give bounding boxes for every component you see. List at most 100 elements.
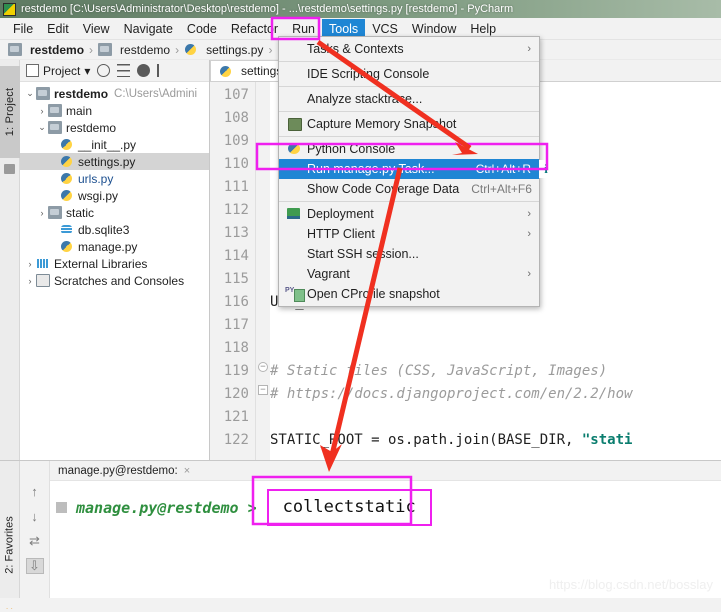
tree-item-label: main — [66, 103, 93, 118]
menu-view[interactable]: View — [76, 19, 117, 39]
blank-icon — [285, 162, 303, 176]
python-file-icon — [60, 240, 74, 253]
sidebar-tab-favorites[interactable]: 2: Favorites — [0, 493, 20, 597]
menu-item-capture-memory-snapshot[interactable]: Capture Memory Snapshot — [279, 114, 539, 134]
project-toolwindow: Project ▾ ⌄ restdemo C:\Users\Admini › m… — [20, 60, 210, 460]
menu-separator — [279, 201, 539, 202]
soft-wrap-button[interactable]: ⇄ — [26, 533, 44, 549]
stop-button[interactable] — [56, 502, 67, 513]
chevron-right-icon[interactable]: › — [36, 106, 48, 116]
chevron-down-icon: ▾ — [84, 63, 91, 78]
menu-file[interactable]: File — [6, 19, 40, 39]
menu-item-tasks-and-contexts[interactable]: Tasks & Contexts › — [279, 39, 539, 59]
close-icon[interactable]: × — [184, 465, 190, 477]
tree-item-settings-py[interactable]: settings.py — [20, 153, 209, 170]
tools-dropdown-menu[interactable]: Tasks & Contexts › IDE Scripting Console… — [278, 36, 553, 307]
run-tab-label[interactable]: manage.py@restdemo: — [58, 465, 178, 477]
menu-item-vagrant[interactable]: Vagrant › — [279, 264, 539, 284]
tree-item-label: External Libraries — [54, 256, 148, 271]
menu-item-show-code-coverage-data[interactable]: Show Code Coverage Data Ctrl+Alt+F6 — [279, 179, 539, 199]
menu-item-ide-scripting-console[interactable]: IDE Scripting Console — [279, 64, 539, 84]
menu-item-run-manage-py-task[interactable]: Run manage.py Task... Ctrl+Alt+R i — [279, 159, 553, 179]
blank-icon — [285, 67, 303, 81]
camera-icon — [285, 117, 303, 131]
chevron-down-icon[interactable]: ⌄ — [24, 88, 36, 99]
breadcrumb-separator: › — [175, 42, 180, 57]
tree-item-static[interactable]: › static — [20, 204, 209, 221]
line-number: 113 — [223, 225, 249, 241]
pycharm-icon — [3, 2, 16, 16]
tree-item-manage-py[interactable]: manage.py — [20, 238, 209, 255]
tree-item-db-sqlite3[interactable]: db.sqlite3 — [20, 221, 209, 238]
chevron-right-icon[interactable]: › — [24, 276, 36, 286]
line-number: 110 — [223, 156, 249, 172]
menu-code[interactable]: Code — [180, 19, 224, 39]
menu-item-analyze-stacktrace[interactable]: Analyze stacktrace... — [279, 89, 539, 109]
folder-icon — [48, 206, 62, 219]
menu-item-http-client[interactable]: HTTP Client › — [279, 224, 539, 244]
menu-shortcut: Ctrl+Alt+F6 — [471, 182, 532, 196]
library-icon — [36, 257, 50, 270]
menu-item-open-cprofile-snapshot[interactable]: PY Open CProfile snapshot — [279, 284, 539, 304]
line-number: 122 — [223, 432, 249, 448]
fold-marker-icon[interactable]: − — [258, 385, 268, 395]
sidebar-tab-project[interactable]: 1: Project — [0, 66, 20, 158]
menu-separator — [279, 86, 539, 87]
tree-item-label: settings.py — [78, 154, 136, 169]
tree-item-main[interactable]: › main — [20, 102, 209, 119]
tree-item-label: restdemo — [66, 120, 117, 135]
tree-item-init-py[interactable]: __init__.py — [20, 136, 209, 153]
chevron-right-icon[interactable]: › — [24, 259, 36, 269]
project-view-icon — [26, 64, 39, 77]
project-view-selector[interactable]: Project ▾ — [26, 64, 90, 78]
console-command-input[interactable]: collectstatic — [266, 489, 432, 526]
collapse-all-icon[interactable] — [117, 64, 131, 77]
menu-navigate[interactable]: Navigate — [117, 19, 180, 39]
chevron-down-icon[interactable]: ⌄ — [36, 122, 48, 133]
tree-item-label: __init__.py — [78, 137, 137, 152]
tree-item-urls-py[interactable]: urls.py — [20, 170, 209, 187]
python-file-icon — [60, 155, 74, 168]
tree-item-restdemo-pkg[interactable]: ⌄ restdemo — [20, 119, 209, 136]
blank-icon — [285, 92, 303, 106]
folder-icon — [8, 43, 22, 56]
blank-icon — [285, 247, 303, 261]
menu-item-python-console[interactable]: Python Console — [279, 139, 539, 159]
line-number: 117 — [223, 317, 249, 333]
window-title: restdemo [C:\Users\Administrator\Desktop… — [21, 3, 514, 15]
window-titlebar: restdemo [C:\Users\Administrator\Desktop… — [0, 0, 721, 18]
tree-item-wsgi-py[interactable]: wsgi.py — [20, 187, 209, 204]
code-line-119: # Static files (CSS, JavaScript, Images) — [270, 363, 608, 379]
breadcrumb-separator: › — [268, 42, 273, 57]
breadcrumb-item-file[interactable]: settings.py — [184, 43, 263, 57]
menu-refactor[interactable]: Refactor — [224, 19, 285, 39]
fold-marker-icon[interactable]: − — [258, 362, 268, 372]
pin-tab-button[interactable]: ⇩ — [25, 558, 44, 574]
cprofile-icon: PY — [285, 287, 306, 302]
watermark: https://blog.csdn.net/bosslay — [548, 577, 713, 592]
breadcrumb-separator: › — [89, 42, 94, 57]
up-arrow-button[interactable]: ↑ — [26, 483, 44, 499]
chevron-right-icon[interactable]: › — [36, 208, 48, 218]
settings-gear-icon[interactable] — [137, 64, 151, 77]
menu-item-start-ssh-session[interactable]: Start SSH session... — [279, 244, 539, 264]
line-number: 116 — [223, 294, 249, 310]
breadcrumb-item-package[interactable]: restdemo — [98, 43, 170, 57]
code-line-122: STATIC_ROOT = os.path.join(BASE_DIR, "st… — [270, 432, 633, 448]
tree-item-external-libraries[interactable]: › External Libraries — [20, 255, 209, 272]
left-toolwindow-strip: 1: Project — [0, 60, 20, 460]
line-number: 119 — [223, 363, 249, 379]
breadcrumb-item-project[interactable]: restdemo — [8, 43, 84, 57]
down-arrow-button[interactable]: ↓ — [26, 508, 44, 524]
tree-item-label: restdemo — [54, 86, 109, 101]
blank-icon — [285, 227, 303, 241]
chevron-right-icon: › — [527, 43, 531, 55]
locate-icon[interactable] — [97, 64, 111, 77]
structure-icon[interactable] — [4, 164, 15, 174]
tree-item-scratches-and-consoles[interactable]: › Scratches and Consoles — [20, 272, 209, 289]
menu-edit[interactable]: Edit — [40, 19, 76, 39]
code-folding-strip[interactable]: − − — [256, 82, 270, 460]
tree-item-restdemo-root[interactable]: ⌄ restdemo C:\Users\Admini — [20, 85, 209, 102]
menu-item-deployment[interactable]: Deployment › — [279, 204, 539, 224]
hide-icon[interactable] — [157, 64, 170, 77]
